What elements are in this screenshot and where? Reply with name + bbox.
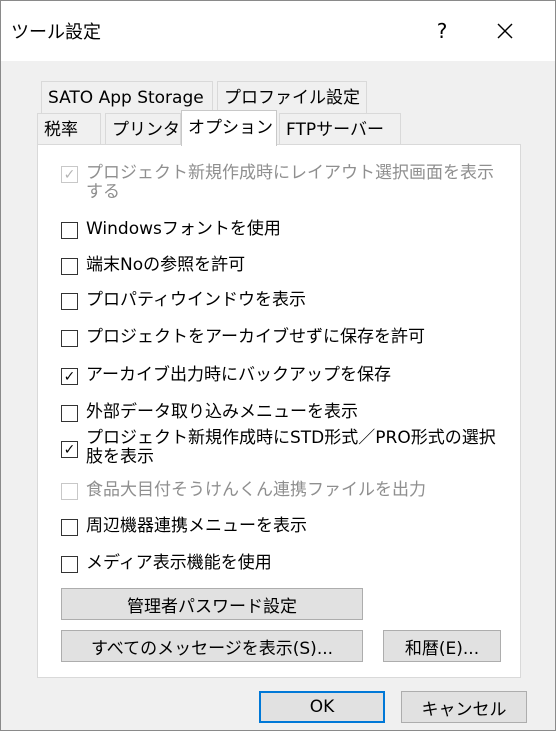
- option-label: Windowsフォントを使用: [86, 219, 281, 239]
- checkbox[interactable]: ✓: [61, 441, 78, 458]
- option-allow-terminal-no-reference[interactable]: 端末Noの参照を許可: [61, 256, 245, 275]
- option-layout-select-on-new-project[interactable]: ✓ プロジェクト新規作成時にレイアウト選択画面を表示する: [61, 164, 506, 202]
- option-label: アーカイブ出力時にバックアップを保存: [86, 365, 391, 385]
- tab-sato-app-storage[interactable]: SATO App Storage: [41, 81, 213, 113]
- checkbox[interactable]: [61, 483, 78, 500]
- tab-printer[interactable]: プリンタ: [105, 113, 181, 145]
- checkbox[interactable]: [61, 222, 78, 239]
- option-label: 食品大目付そうけんくん連携ファイルを出力: [86, 480, 426, 500]
- option-label: 周辺機器連携メニューを表示: [86, 516, 307, 536]
- help-button[interactable]: ?: [417, 7, 467, 55]
- checkbox[interactable]: [61, 405, 78, 422]
- option-show-external-data-menu[interactable]: 外部データ取り込みメニューを表示: [61, 403, 358, 422]
- checkbox[interactable]: [61, 258, 78, 275]
- tool-settings-dialog: ツール設定 ? SATO App Storage プロファイル設定 税率 プリン…: [0, 0, 556, 731]
- tab-profile-settings[interactable]: プロファイル設定: [217, 81, 367, 113]
- option-use-windows-fonts[interactable]: Windowsフォントを使用: [61, 220, 281, 239]
- ok-button[interactable]: OK: [259, 691, 385, 723]
- dialog-title: ツール設定: [11, 22, 101, 43]
- checkbox[interactable]: [61, 556, 78, 573]
- tab-options[interactable]: オプション: [181, 110, 277, 146]
- close-button[interactable]: [475, 7, 535, 55]
- checkbox[interactable]: [61, 293, 78, 310]
- option-output-food-link-file[interactable]: 食品大目付そうけんくん連携ファイルを出力: [61, 481, 426, 500]
- checkbox[interactable]: [61, 330, 78, 347]
- option-use-media-display[interactable]: メディア表示機能を使用: [61, 554, 272, 573]
- option-label: プロジェクト新規作成時にSTD形式／PRO形式の選択肢を表示: [86, 428, 496, 467]
- tab-tax-rate[interactable]: 税率: [37, 113, 101, 145]
- option-save-backup-on-archive[interactable]: ✓ アーカイブ出力時にバックアップを保存: [61, 366, 391, 385]
- option-show-peripheral-menu[interactable]: 周辺機器連携メニューを表示: [61, 517, 307, 536]
- option-label: プロジェクトをアーカイブせずに保存を許可: [86, 327, 425, 347]
- option-show-property-window[interactable]: プロパティウインドウを表示: [61, 291, 306, 310]
- option-allow-save-without-archive[interactable]: プロジェクトをアーカイブせずに保存を許可: [61, 328, 425, 347]
- option-show-std-pro-format-choice[interactable]: ✓ プロジェクト新規作成時にSTD形式／PRO形式の選択肢を表示: [61, 429, 506, 467]
- admin-password-button[interactable]: 管理者パスワード設定: [61, 588, 363, 620]
- title-bar: ツール設定 ?: [1, 1, 555, 61]
- show-all-messages-button[interactable]: すべてのメッセージを表示(S)...: [61, 630, 363, 662]
- checkbox[interactable]: ✓: [61, 368, 78, 385]
- close-icon: [497, 23, 513, 39]
- checkbox[interactable]: ✓: [61, 166, 78, 183]
- wareki-button[interactable]: 和暦(E)...: [383, 630, 501, 662]
- tab-ftp-server[interactable]: FTPサーバー: [279, 113, 401, 145]
- option-label: 外部データ取り込みメニューを表示: [86, 402, 358, 422]
- checkbox[interactable]: [61, 519, 78, 536]
- option-label: 端末Noの参照を許可: [86, 255, 246, 275]
- option-label: プロパティウインドウを表示: [86, 290, 306, 310]
- cancel-button[interactable]: キャンセル: [401, 691, 527, 723]
- option-label: メディア表示機能を使用: [86, 553, 272, 573]
- option-label: プロジェクト新規作成時にレイアウト選択画面を表示する: [86, 163, 494, 202]
